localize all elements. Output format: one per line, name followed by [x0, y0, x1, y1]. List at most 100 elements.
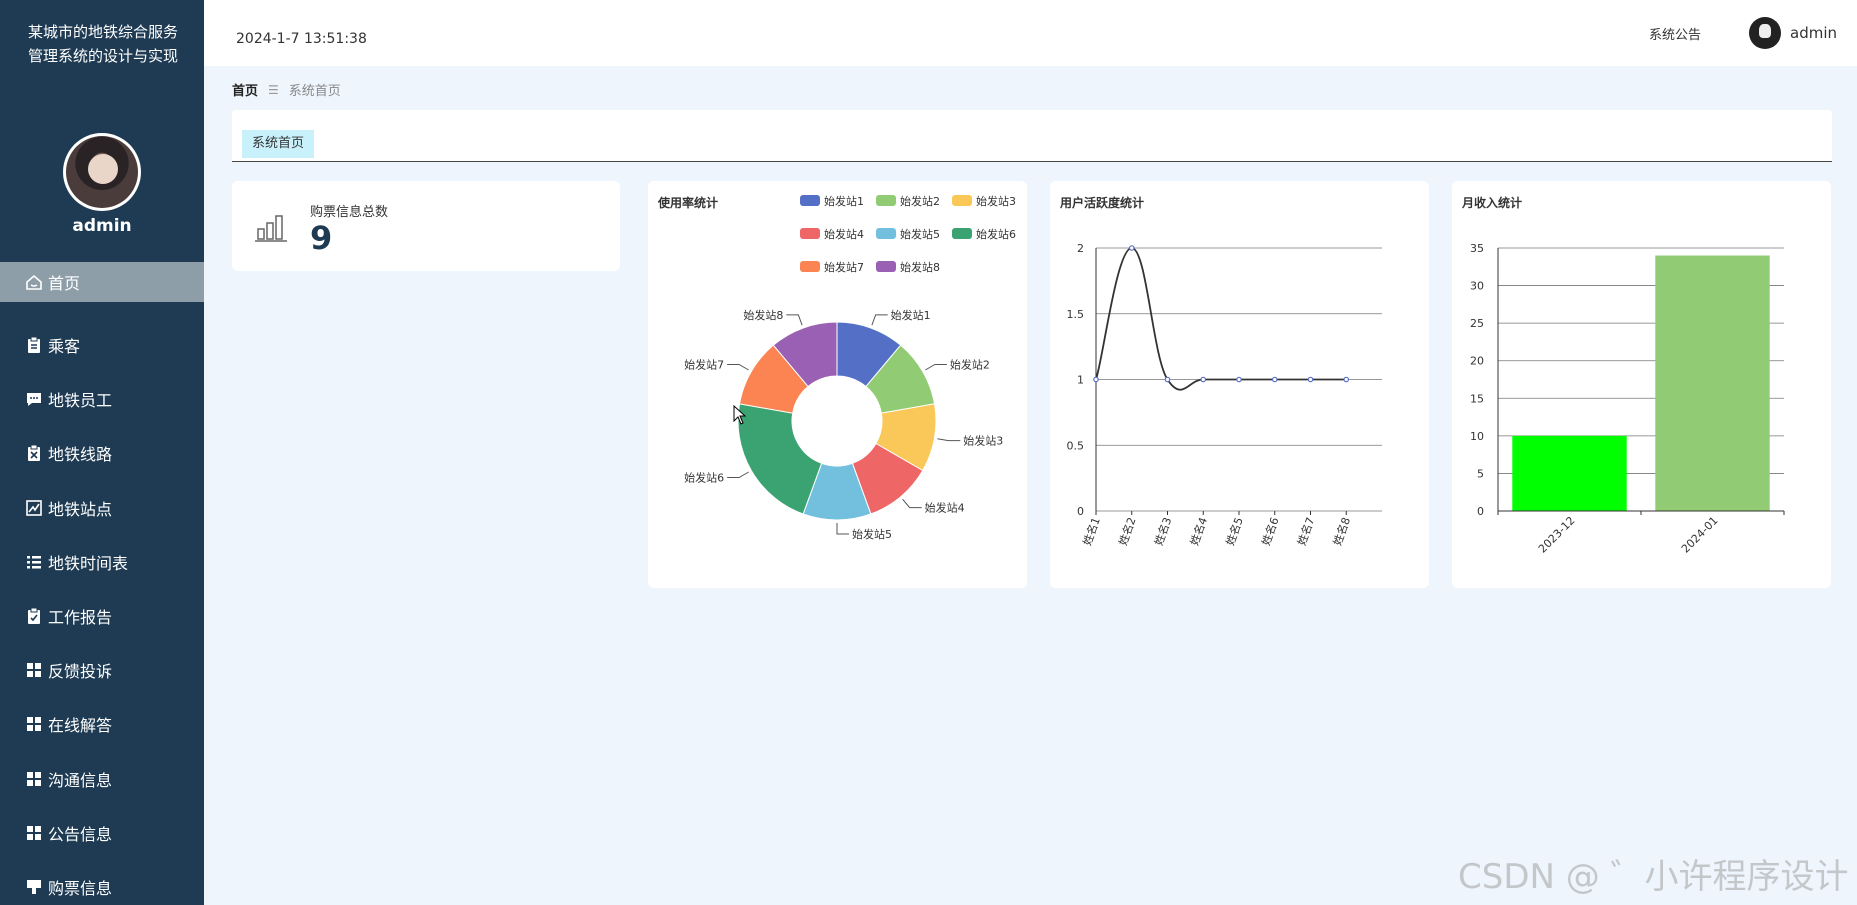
sidebar-item-label: 在线解答 — [48, 716, 113, 736]
topbar: 2024-1-7 13:51:38 系统公告 admin — [204, 0, 1857, 66]
breadcrumb-home[interactable]: 首页 — [232, 80, 258, 99]
x-tick-label: 姓名4 — [1187, 515, 1210, 547]
sidebar-item-2[interactable]: 地铁员工 — [0, 372, 204, 426]
grid-icon — [24, 823, 44, 843]
data-point[interactable] — [1164, 376, 1171, 383]
sidebar-item-9[interactable]: 沟通信息 — [0, 752, 204, 806]
sidebar-item-label: 地铁时间表 — [48, 553, 129, 573]
legend-label: 始发站6 — [976, 227, 1016, 241]
sidebar-item-7[interactable]: 反馈投诉 — [0, 643, 204, 697]
y-tick-label: 1.5 — [1067, 308, 1085, 321]
sidebar-item-5[interactable]: 地铁时间表 — [0, 535, 204, 589]
bar-chart-icon — [255, 215, 287, 242]
bar[interactable] — [1512, 435, 1627, 511]
legend-item[interactable]: 始发站4 — [800, 227, 864, 241]
income-chart-card: 月收入统计 0 5 10 15 20 25 30 35 2023-12 2024-01 — [1452, 181, 1831, 588]
datetime: 2024-1-7 13:51:38 — [236, 31, 367, 47]
data-point[interactable] — [1271, 376, 1278, 383]
y-tick-label: 25 — [1470, 317, 1484, 330]
data-point[interactable] — [1128, 245, 1135, 251]
pie-leader-line — [727, 471, 749, 478]
pie-leader-line — [727, 364, 749, 371]
x-tick-label: 2023-12 — [1536, 514, 1578, 556]
system-notice-link[interactable]: 系统公告 — [1649, 24, 1701, 43]
sidebar-item-3[interactable]: 地铁线路 — [0, 426, 204, 480]
breadcrumb-current: 系统首页 — [288, 84, 341, 99]
x-tick-label: 姓名7 — [1294, 515, 1317, 547]
pie-label: 始发站2 — [950, 358, 990, 372]
x-tick-label: 姓名3 — [1151, 515, 1174, 547]
sidebar-item-label: 地铁员工 — [48, 391, 113, 411]
pie-label: 始发站5 — [852, 527, 892, 541]
y-tick-label: 30 — [1470, 280, 1484, 293]
app-title: 某城市的地铁综合服务管理系统的设计与实现 — [28, 23, 179, 65]
legend-item[interactable]: 始发站2 — [876, 194, 940, 208]
sidebar-item-label: 反馈投诉 — [48, 662, 113, 682]
legend-label: 始发站8 — [900, 260, 940, 274]
x-tick-label: 姓名6 — [1258, 515, 1281, 547]
legend-item[interactable]: 始发站6 — [952, 227, 1016, 241]
x-tick-label: 姓名8 — [1330, 515, 1353, 547]
legend-label: 始发站1 — [824, 194, 864, 208]
y-tick-label: 1 — [1077, 374, 1084, 387]
sidebar-item-10[interactable]: 公告信息 — [0, 806, 204, 860]
sidebar-item-6[interactable]: 工作报告 — [0, 589, 204, 643]
sidebar-item-label: 乘客 — [48, 337, 81, 357]
sidebar-item-8[interactable]: 在线解答 — [0, 697, 204, 751]
data-point[interactable] — [1200, 376, 1207, 383]
pie-leader-line — [836, 523, 849, 535]
legend-item[interactable]: 始发站7 — [800, 260, 864, 274]
sidebar-item-label: 首页 — [48, 274, 81, 293]
legend-swatch — [876, 228, 896, 239]
data-point[interactable] — [1093, 376, 1099, 383]
chart-line-icon — [24, 498, 44, 518]
tab-home[interactable]: 系统首页 — [242, 130, 315, 158]
y-tick-label: 10 — [1470, 430, 1484, 443]
sidebar-item-label: 公告信息 — [48, 824, 113, 844]
series-line — [1095, 247, 1347, 391]
user-menu[interactable]: admin — [1790, 24, 1837, 42]
pie-leader-line — [925, 364, 947, 371]
sidebar-item-4[interactable]: 地铁站点 — [0, 481, 204, 535]
list-icon — [24, 552, 44, 572]
grid-icon — [24, 714, 44, 734]
usage-chart-card: 使用率统计 始发站1 始发站2 始发站3 始发站4 始发站5 始发站6 始发站7 始发站8 始发… — [648, 181, 1027, 588]
legend-item[interactable]: 始发站5 — [876, 227, 940, 241]
legend-swatch — [952, 228, 972, 239]
data-point[interactable] — [1236, 376, 1242, 383]
pie-slice[interactable] — [737, 403, 823, 515]
pie-label: 始发站4 — [925, 501, 965, 515]
pie-label: 始发站1 — [891, 308, 931, 322]
breadcrumb-separator-icon: ☰ — [268, 82, 279, 97]
sidebar-menu: 首页乘客地铁员工地铁线路 地铁站点地铁时间表工作报告反馈投诉在线解答沟通信息公告信… — [0, 262, 204, 905]
data-point[interactable] — [1307, 376, 1314, 383]
pie-label: 始发站6 — [684, 471, 724, 485]
sidebar-item-0[interactable]: 首页 — [0, 262, 204, 302]
y-tick-label: 0.5 — [1067, 439, 1085, 452]
x-tick-label: 2024-01 — [1679, 514, 1721, 556]
legend-item[interactable]: 始发站1 — [800, 194, 864, 208]
sidebar: 某城市的地铁综合服务管理系统的设计与实现 admin 首页 乘客 地铁员工 地铁线路地… — [0, 0, 204, 905]
legend-item[interactable]: 始发站8 — [876, 260, 940, 274]
sidebar-item-11[interactable]: 购票信息 — [0, 860, 204, 905]
activity-chart-card: 用户活跃度统计 0 0.5 1 1.5 2 姓名1 姓名2 姓名3 姓名4 姓名5 姓名6 姓名7 姓名… — [1050, 181, 1429, 588]
y-tick-label: 0 — [1477, 505, 1484, 518]
user-avatar[interactable] — [1749, 17, 1781, 49]
pie-label: 始发站7 — [684, 358, 724, 372]
data-point[interactable] — [1343, 376, 1350, 383]
bar[interactable] — [1655, 255, 1770, 511]
legend-item[interactable]: 始发站3 — [952, 194, 1016, 208]
clipboard-icon — [24, 335, 44, 355]
sidebar-item-1[interactable]: 乘客 — [0, 318, 204, 372]
activity-line-chart: 0 0.5 1 1.5 2 姓名1 姓名2 姓名3 姓名4 姓名5 姓名6 姓名7 姓名8 — [1067, 242, 1382, 547]
sidebar-username: admin — [72, 216, 132, 236]
home-icon — [24, 272, 44, 292]
sidebar-item-label: 沟通信息 — [48, 770, 113, 790]
pie-leader-line — [902, 498, 922, 509]
pie-leader-line — [871, 314, 888, 326]
y-tick-label: 15 — [1470, 392, 1484, 405]
legend-swatch — [800, 195, 820, 206]
legend-label: 始发站3 — [976, 194, 1016, 208]
y-tick-label: 35 — [1470, 242, 1484, 255]
avatar[interactable] — [63, 133, 141, 211]
